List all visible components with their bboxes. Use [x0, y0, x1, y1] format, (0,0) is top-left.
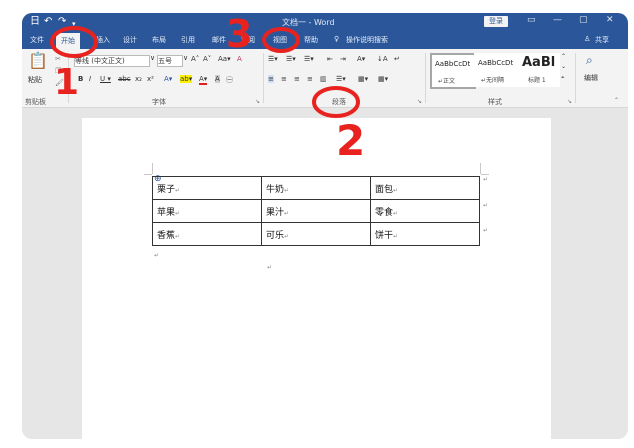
annotation-number-2: 2	[336, 116, 366, 165]
annotation-circle-home-tab	[50, 26, 98, 58]
annotation-number-1: 1	[54, 62, 80, 103]
annotation-overlay	[50, 26, 360, 118]
annotation-circle-table-tools	[262, 27, 300, 53]
annotation-circle-paragraph	[312, 86, 360, 118]
annotation-number-3: 3	[226, 12, 253, 56]
